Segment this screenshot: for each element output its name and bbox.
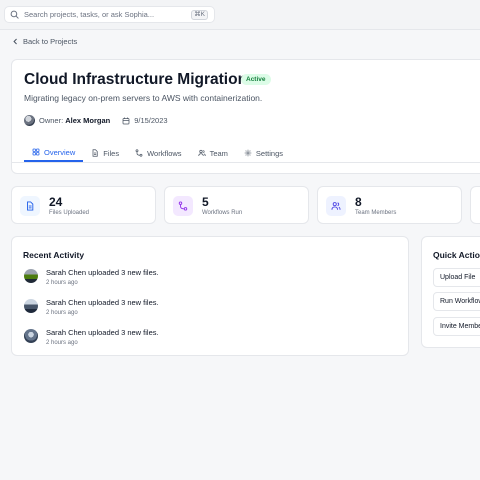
run-workflow-button[interactable]: Run Workflow [433, 292, 480, 311]
activity-user: Sarah Chen [46, 298, 87, 307]
avatar [24, 269, 38, 283]
activity-time: 2 hours ago [46, 280, 78, 286]
activity-user: Sarah Chen [46, 268, 87, 277]
project-meta: Owner: Alex Morgan 9/15/2023 [24, 115, 168, 126]
avatar [24, 115, 35, 126]
stat-card-files: 24 Files Uploaded [11, 186, 156, 224]
tab-label: Workflows [147, 148, 182, 158]
stat-value: 8 [355, 195, 362, 209]
back-label: Back to Projects [23, 37, 78, 46]
invite-member-button[interactable]: Invite Member [433, 317, 480, 336]
activity-item: Sarah Chen uploaded 3 new files. 2 hours… [24, 268, 159, 286]
file-icon [27, 201, 34, 211]
owner-label: Owner: [39, 116, 64, 125]
page-title: Cloud Infrastructure Migration [24, 71, 248, 88]
stat-label: Team Members [355, 210, 397, 216]
workflow-icon [135, 149, 143, 157]
users-icon [197, 149, 206, 157]
gear-icon [244, 149, 252, 157]
activity-action: uploaded 3 new files. [88, 328, 159, 337]
stat-icon-box [20, 196, 40, 216]
recent-activity-card: Recent Activity Sarah Chen uploaded 3 ne… [11, 236, 409, 356]
back-link[interactable]: Back to Projects [12, 37, 77, 46]
tab-label: Files [103, 148, 120, 158]
recent-activity-title: Recent Activity [23, 250, 85, 260]
tab-bar: Overview Files Workflows Team Settings [24, 144, 291, 162]
tab-label: Team [209, 148, 228, 158]
activity-item: Sarah Chen uploaded 3 new files. 2 hours… [24, 298, 159, 316]
tab-team[interactable]: Team [190, 144, 236, 162]
tab-label: Overview [44, 147, 76, 157]
stat-value: 5 [202, 195, 209, 209]
stat-card-workflows: 5 Workflows Run [164, 186, 309, 224]
avatar [24, 329, 38, 343]
search-input[interactable]: Search projects, tasks, or ask Sophia...… [4, 6, 215, 23]
activity-action: uploaded 3 new files. [88, 268, 159, 277]
stat-icon-box [326, 196, 346, 216]
top-bar: Search projects, tasks, or ask Sophia...… [0, 0, 480, 30]
owner-name: Alex Morgan [65, 116, 111, 125]
avatar [24, 299, 38, 313]
activity-time: 2 hours ago [46, 310, 78, 316]
tab-label: Settings [255, 148, 284, 158]
tab-overview[interactable]: Overview [24, 144, 84, 162]
quick-actions-card: Quick Actions Upload File Run Workflow I… [421, 236, 480, 348]
stat-icon-box [173, 196, 193, 216]
activity-action: uploaded 3 new files. [88, 298, 159, 307]
calendar-icon [122, 117, 130, 124]
activity-text: Sarah Chen uploaded 3 new files. [46, 268, 159, 277]
stat-label: Workflows Run [202, 210, 243, 216]
stat-card-partial [470, 186, 480, 224]
project-header: Cloud Infrastructure Migration Active Mi… [11, 59, 480, 174]
search-icon [10, 10, 19, 19]
file-icon [92, 149, 98, 157]
stat-card-team: 8 Team Members [317, 186, 462, 224]
project-date: 9/15/2023 [134, 116, 168, 125]
tab-workflows[interactable]: Workflows [127, 144, 189, 162]
tab-settings[interactable]: Settings [236, 144, 291, 162]
users-icon [331, 202, 341, 210]
workflow-icon [178, 201, 188, 211]
tab-divider [12, 162, 480, 163]
upload-file-button[interactable]: Upload File [433, 268, 480, 287]
project-description: Migrating legacy on-prem servers to AWS … [24, 93, 263, 103]
status-badge: Active [241, 74, 271, 85]
search-placeholder: Search projects, tasks, or ask Sophia... [24, 10, 155, 19]
activity-text: Sarah Chen uploaded 3 new files. [46, 298, 159, 307]
grid-icon [32, 148, 40, 156]
activity-text: Sarah Chen uploaded 3 new files. [46, 328, 159, 337]
activity-time: 2 hours ago [46, 340, 78, 346]
activity-user: Sarah Chen [46, 328, 87, 337]
activity-item: Sarah Chen uploaded 3 new files. 2 hours… [24, 328, 159, 346]
shortcut-badge: ⌘K [191, 10, 208, 20]
quick-actions-title: Quick Actions [433, 250, 480, 260]
chevron-left-icon [13, 38, 17, 45]
stat-value: 24 [49, 195, 63, 209]
stat-label: Files Uploaded [49, 210, 90, 216]
tab-files[interactable]: Files [83, 144, 127, 162]
